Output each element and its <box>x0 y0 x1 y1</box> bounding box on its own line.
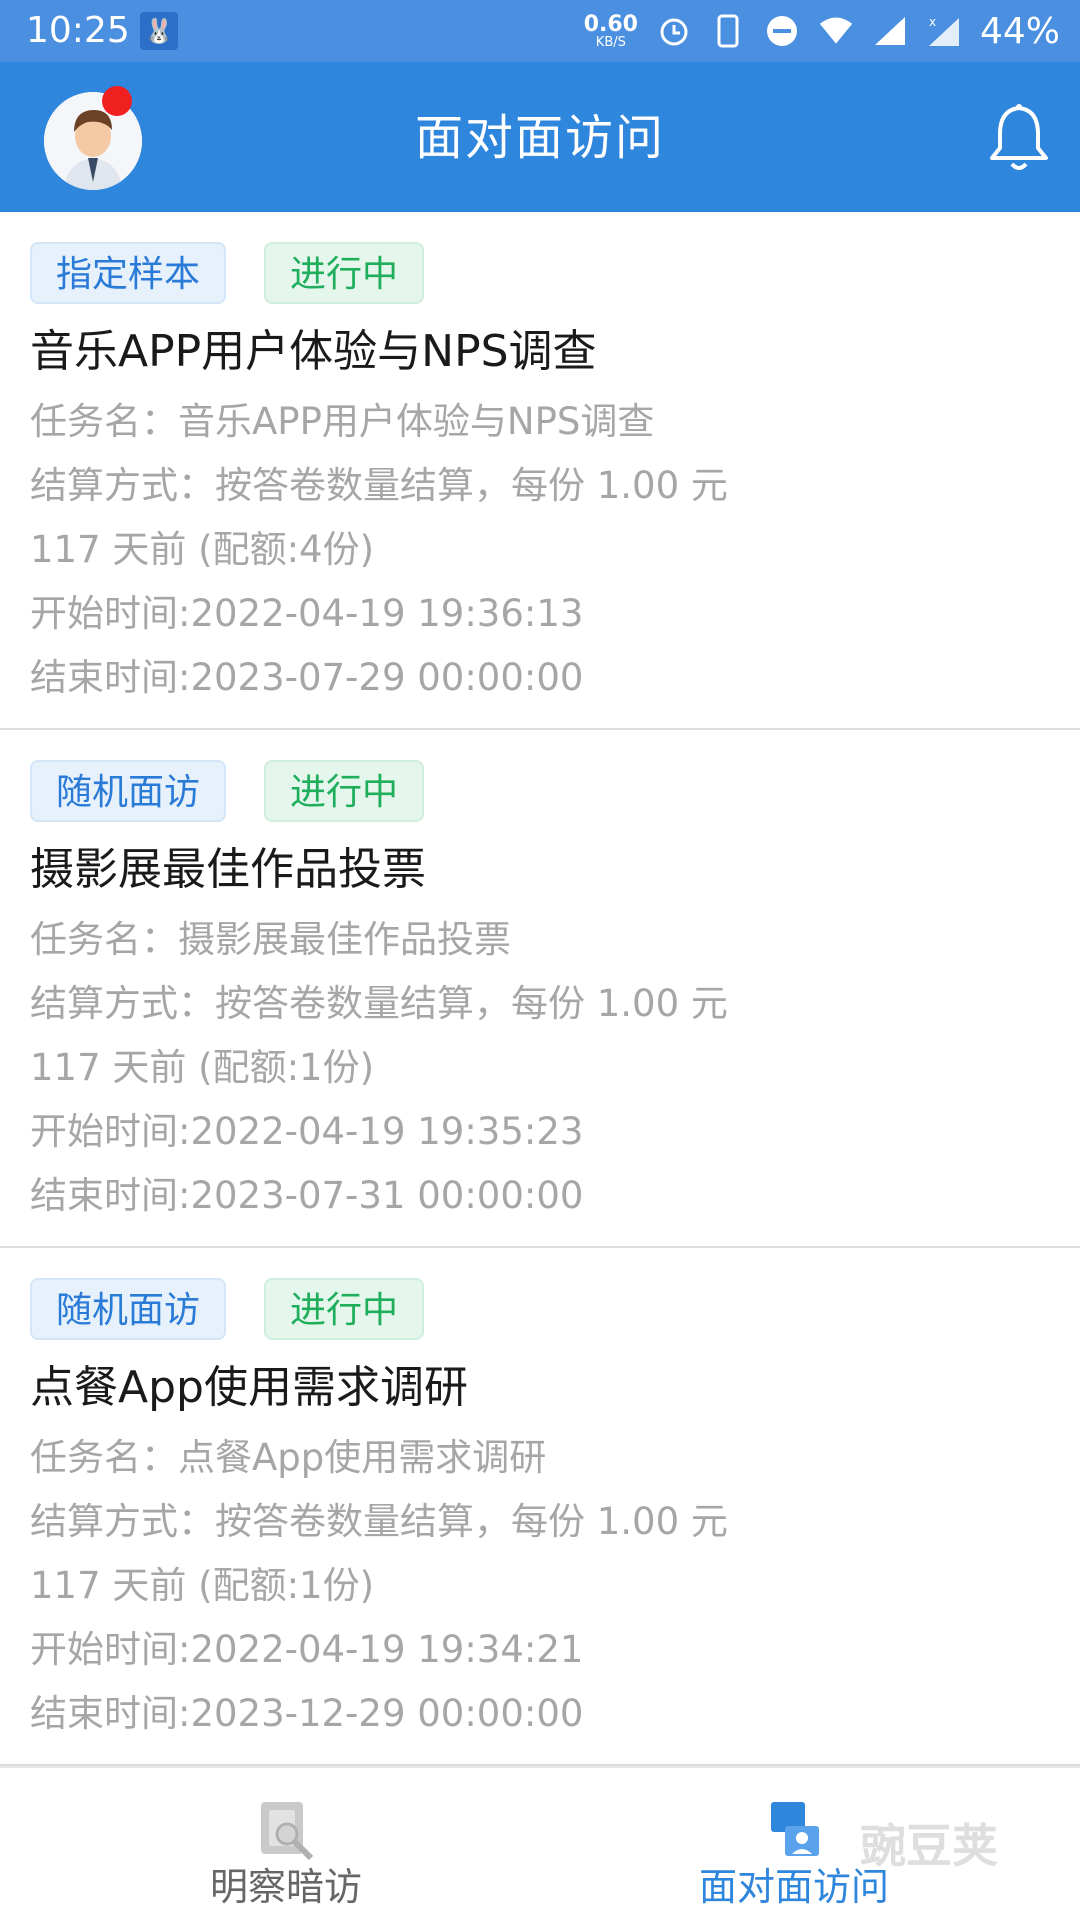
bell-icon[interactable] <box>986 102 1052 174</box>
task-status-tag: 进行中 <box>264 760 425 822</box>
task-start-time: 开始时间:2022-04-19 19:35:23 <box>30 1110 584 1153</box>
task-age-quota: 117 天前 (配额:1份) <box>30 1564 375 1607</box>
interview-icon <box>765 1800 823 1862</box>
network-speed-unit: KB/S <box>595 34 626 50</box>
alarm-icon <box>656 13 692 49</box>
task-title: 摄影展最佳作品投票 <box>30 844 426 895</box>
status-time: 10:25 <box>26 10 130 51</box>
network-speed-value: 0.60 <box>583 11 638 37</box>
task-info: 任务名：音乐APP用户体验与NPS调查 结算方式：按答卷数量结算，每份 1.00… <box>30 390 728 710</box>
task-name: 任务名：音乐APP用户体验与NPS调查 <box>30 400 655 443</box>
battery-level: 44% <box>979 10 1060 52</box>
nav-item-mystery-visit[interactable]: 明察暗访 <box>16 1768 556 1922</box>
app-bar: 面对面访问 <box>0 62 1080 212</box>
task-end-time: 结束时间:2023-07-31 00:00:00 <box>30 1174 584 1217</box>
task-info: 任务名：摄影展最佳作品投票 结算方式：按答卷数量结算，每份 1.00 元 117… <box>30 908 728 1228</box>
task-end-time: 结束时间:2023-12-29 00:00:00 <box>30 1692 584 1735</box>
task-info: 任务名：点餐App使用需求调研 结算方式：按答卷数量结算，每份 1.00 元 1… <box>30 1426 728 1746</box>
network-speed: 0.60 KB/S <box>583 11 638 50</box>
task-age-quota: 117 天前 (配额:1份) <box>30 1046 375 1089</box>
task-type-tag: 随机面访 <box>30 760 227 822</box>
task-end-time: 结束时间:2023-07-29 00:00:00 <box>30 656 584 699</box>
vibrate-icon <box>710 13 746 49</box>
status-icons: 0.60 KB/S x 44% <box>584 6 1060 56</box>
task-list: 指定样本 进行中 音乐APP用户体验与NPS调查 任务名：音乐APP用户体验与N… <box>0 212 1080 1766</box>
wifi-icon <box>818 13 854 49</box>
signal-icon <box>872 13 908 49</box>
task-card[interactable]: 指定样本 进行中 音乐APP用户体验与NPS调查 任务名：音乐APP用户体验与N… <box>0 212 1080 730</box>
do-not-disturb-icon <box>764 13 800 49</box>
task-start-time: 开始时间:2022-04-19 19:36:13 <box>30 592 584 635</box>
nav-label: 明察暗访 <box>209 1865 362 1909</box>
task-status-tag: 进行中 <box>264 242 425 304</box>
task-age-quota: 117 天前 (配额:4份) <box>30 528 375 571</box>
task-settlement: 结算方式：按答卷数量结算，每份 1.00 元 <box>30 464 728 507</box>
document-icon <box>257 1800 315 1862</box>
status-bar: 10:25 🐰 0.60 KB/S x 44% <box>0 0 1080 62</box>
app-notification-icon: 🐰 <box>140 12 178 50</box>
task-type-tag: 指定样本 <box>30 242 227 304</box>
watermark-logo: 豌豆荚 <box>860 1819 998 1873</box>
task-title: 音乐APP用户体验与NPS调查 <box>30 326 597 377</box>
task-settlement: 结算方式：按答卷数量结算，每份 1.00 元 <box>30 982 728 1025</box>
task-status-tag: 进行中 <box>264 1278 425 1340</box>
svg-text:x: x <box>929 15 936 29</box>
signal-roaming-icon: x <box>926 13 962 49</box>
task-settlement: 结算方式：按答卷数量结算，每份 1.00 元 <box>30 1500 728 1543</box>
task-name: 任务名：摄影展最佳作品投票 <box>30 918 511 961</box>
task-title: 点餐App使用需求调研 <box>30 1362 468 1413</box>
task-name: 任务名：点餐App使用需求调研 <box>30 1436 547 1479</box>
task-card[interactable]: 随机面访 进行中 摄影展最佳作品投票 任务名：摄影展最佳作品投票 结算方式：按答… <box>0 730 1080 1248</box>
task-card[interactable]: 随机面访 进行中 点餐App使用需求调研 任务名：点餐App使用需求调研 结算方… <box>0 1248 1080 1766</box>
page-title: 面对面访问 <box>414 110 665 166</box>
task-start-time: 开始时间:2022-04-19 19:34:21 <box>30 1628 584 1671</box>
task-type-tag: 随机面访 <box>30 1278 227 1340</box>
